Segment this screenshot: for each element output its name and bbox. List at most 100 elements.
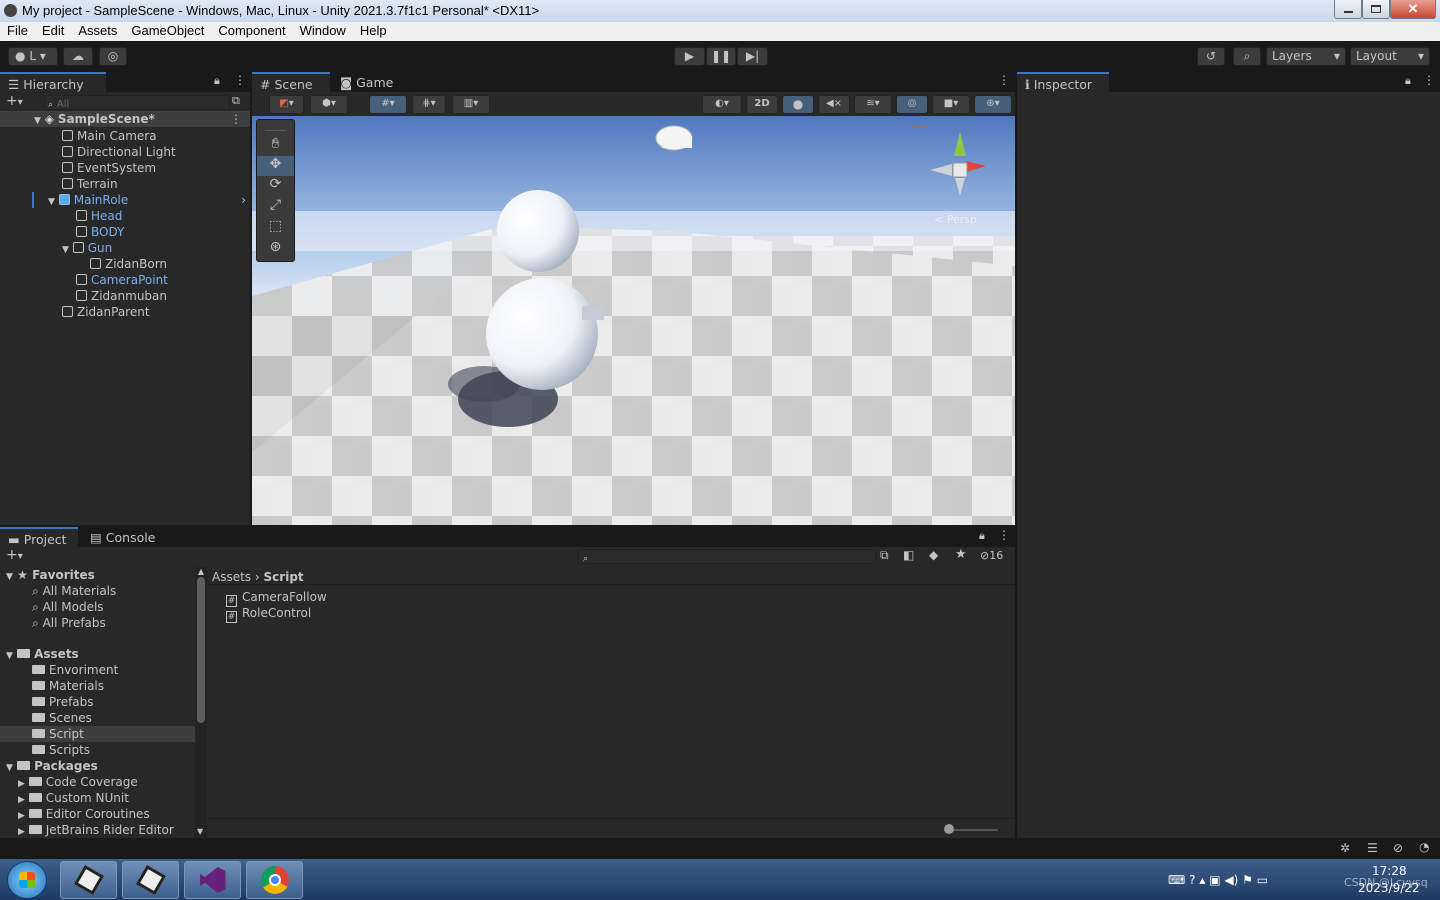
taskbar-unity-editor[interactable] xyxy=(122,861,179,899)
effects-dropdown[interactable]: ≋▾ xyxy=(854,95,892,114)
progress-spinner-icon[interactable]: ◔ xyxy=(1419,840,1429,854)
hand-tool-button[interactable]: ✋︎ xyxy=(257,136,294,156)
favorite-star-icon[interactable]: ★ xyxy=(955,547,967,562)
tree-assets[interactable]: ▼ Assets xyxy=(0,646,195,662)
cloud-button[interactable]: ☁ xyxy=(63,47,93,66)
start-button[interactable] xyxy=(7,861,47,899)
scene-search-icon[interactable]: ⧉ xyxy=(232,94,240,108)
hierarchy-item-body[interactable]: BODY xyxy=(0,224,250,240)
lock-icon[interactable]: 🔒︎ xyxy=(214,74,220,88)
tab-project[interactable]: ▬ Project xyxy=(0,527,78,547)
zoom-slider-thumb[interactable] xyxy=(944,824,954,834)
hierarchy-item-camerapoint[interactable]: CameraPoint xyxy=(0,272,250,288)
tab-hierarchy[interactable]: ☰ Hierarchy xyxy=(0,72,106,92)
hierarchy-item-zidanmuban[interactable]: Zidanmuban xyxy=(0,288,250,304)
kebab-menu-icon[interactable]: ⋮ xyxy=(234,73,246,87)
grid-visibility-dropdown[interactable]: ⋕▾ xyxy=(412,95,446,114)
search-button[interactable]: ⌕ xyxy=(1233,47,1261,66)
kebab-menu-icon[interactable]: ⋮ xyxy=(1423,73,1435,87)
taskbar-chrome[interactable] xyxy=(246,861,303,899)
tree-favorite-all-models[interactable]: ⌕ All Models xyxy=(0,599,195,615)
tree-folder-scripts[interactable]: Scripts xyxy=(0,742,195,758)
draw-mode-dropdown[interactable]: ◩▾ xyxy=(269,95,304,114)
step-button[interactable]: ▶| xyxy=(737,47,768,66)
camera-settings-dropdown[interactable]: ■▾ xyxy=(932,95,970,114)
create-asset-button[interactable]: +▾ xyxy=(6,547,23,563)
taskbar-unity-hub[interactable] xyxy=(60,861,117,899)
zoom-slider-track[interactable] xyxy=(948,829,998,831)
breadcrumb-script[interactable]: Script xyxy=(264,570,304,584)
scale-tool-button[interactable]: ⤢ xyxy=(257,197,294,218)
tree-folder-scenes[interactable]: Scenes xyxy=(0,710,195,726)
layout-dropdown[interactable]: Layout ▾ xyxy=(1350,47,1430,66)
gizmos-dropdown[interactable]: ⊕▾ xyxy=(974,95,1012,114)
menu-component[interactable]: Component xyxy=(211,22,292,41)
tree-folder-script-selected[interactable]: Script xyxy=(0,726,195,742)
asset-file-rolecontrol[interactable]: # RoleControl xyxy=(226,605,327,623)
render-mode-dropdown[interactable]: ⬢▾ xyxy=(310,95,348,114)
tab-console[interactable]: ▤ Console xyxy=(82,527,162,547)
volume-icon[interactable]: ◀) xyxy=(1224,873,1238,887)
bug-icon[interactable]: ✲ xyxy=(1340,841,1350,855)
move-tool-button[interactable]: ✥ xyxy=(257,156,294,176)
history-button[interactable]: ↺ xyxy=(1197,47,1225,66)
taskbar-visual-studio[interactable] xyxy=(184,861,241,899)
lighting-toggle[interactable]: ● xyxy=(782,95,814,114)
scrollbar-thumb[interactable] xyxy=(197,577,205,723)
help-icon[interactable]: ? xyxy=(1189,873,1195,887)
search-scope-icon[interactable]: ⧉ xyxy=(880,548,889,563)
tree-package-jetbrains-rider[interactable]: ▶ JetBrains Rider Editor xyxy=(0,822,195,838)
shading-mode-dropdown[interactable]: ◐▾ xyxy=(702,95,742,114)
folder-tree-scrollbar[interactable]: ▲ ▼ xyxy=(195,567,207,838)
lock-icon[interactable]: 🔒︎ xyxy=(979,529,985,543)
tree-packages[interactable]: ▼ Packages xyxy=(0,758,195,774)
overlay-drag-handle[interactable] xyxy=(265,123,286,131)
add-object-button[interactable]: +▾ xyxy=(6,93,23,109)
tree-package-editor-coroutines[interactable]: ▶ Editor Coroutines xyxy=(0,806,195,822)
scroll-up-icon[interactable]: ▲ xyxy=(195,567,207,576)
transform-tool-button[interactable]: ⊛ xyxy=(257,239,294,260)
filter-label-icon[interactable]: ◆ xyxy=(929,548,938,562)
project-search-input[interactable]: ⌕ xyxy=(578,549,876,564)
grid-snap-dropdown[interactable]: #▾ xyxy=(369,95,407,114)
play-button[interactable]: ▶ xyxy=(674,47,705,66)
hierarchy-item-head[interactable]: Head xyxy=(0,208,250,224)
minimize-button[interactable] xyxy=(1334,0,1362,19)
projection-label[interactable]: < Persp xyxy=(934,213,977,226)
menu-file[interactable]: File xyxy=(0,22,35,41)
scene-viewport[interactable]: < Persp ✋︎ ✥ ⟳ ⤢ ⬚ ⊛ xyxy=(252,116,1015,525)
hidden-objects-toggle[interactable]: ◎ xyxy=(896,95,928,114)
audio-toggle[interactable]: ◀× xyxy=(818,95,850,114)
hierarchy-item-eventsystem[interactable]: EventSystem xyxy=(0,160,250,176)
hierarchy-item-zidanborn[interactable]: ZidanBorn xyxy=(0,256,250,272)
kebab-menu-icon[interactable]: ⋮ xyxy=(230,111,242,127)
menu-help[interactable]: Help xyxy=(353,22,394,41)
tray-arrow-icon[interactable]: ▴ xyxy=(1199,873,1205,887)
network-icon[interactable]: ▣ xyxy=(1209,873,1220,887)
tree-package-code-coverage[interactable]: ▶ Code Coverage xyxy=(0,774,195,790)
account-dropdown[interactable]: ● L ▾ xyxy=(8,47,58,66)
kebab-menu-icon[interactable]: ⋮ xyxy=(998,528,1010,542)
rotate-tool-button[interactable]: ⟳ xyxy=(257,176,294,197)
asset-file-camerafollow[interactable]: # CameraFollow xyxy=(226,589,327,607)
hierarchy-scene-row[interactable]: ▼ ◈ SampleScene* ⋮ xyxy=(0,111,250,127)
tree-favorites[interactable]: ▼ ★ Favorites xyxy=(0,567,195,583)
toggle-2d-button[interactable]: 2D xyxy=(746,95,778,114)
collab-button[interactable]: ◎ xyxy=(99,47,127,66)
layers-dropdown[interactable]: Layers ▾ xyxy=(1266,47,1346,66)
scroll-down-icon[interactable]: ▼ xyxy=(197,827,203,836)
auto-generate-lighting-icon[interactable]: ⊘ xyxy=(1393,841,1403,855)
tab-scene[interactable]: # Scene xyxy=(252,72,330,92)
cache-server-icon[interactable]: ☰ xyxy=(1367,841,1378,855)
lock-icon[interactable]: 🔒︎ xyxy=(1405,74,1411,88)
keyboard-icon[interactable]: ⌨ xyxy=(1168,873,1185,887)
hierarchy-item-mainrole[interactable]: ▼ MainRole › xyxy=(0,192,250,208)
rect-tool-button[interactable]: ⬚ xyxy=(257,218,294,239)
chevron-right-icon[interactable]: › xyxy=(241,192,246,208)
menu-assets[interactable]: Assets xyxy=(71,22,124,41)
gizmo-drag-handle[interactable] xyxy=(910,123,926,127)
breadcrumb-assets[interactable]: Assets xyxy=(212,570,251,584)
tree-favorite-all-materials[interactable]: ⌕ All Materials xyxy=(0,583,195,599)
tab-inspector[interactable]: ℹ Inspector xyxy=(1017,72,1109,92)
tree-package-custom-nunit[interactable]: ▶ Custom NUnit xyxy=(0,790,195,806)
